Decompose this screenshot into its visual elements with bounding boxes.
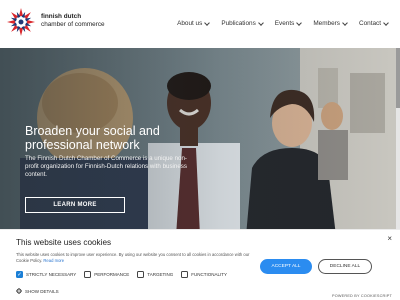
- checkbox-checked[interactable]: ✓: [16, 271, 23, 278]
- show-details-label: SHOW DETAILS: [25, 288, 59, 294]
- gear-icon: [16, 288, 22, 294]
- nav-about-us[interactable]: About us: [177, 19, 211, 27]
- nav-members[interactable]: Members: [313, 19, 348, 27]
- option-performance[interactable]: PERFORMANCE: [84, 271, 129, 278]
- option-targeting[interactable]: TARGETING: [137, 271, 173, 278]
- checkbox[interactable]: [181, 271, 189, 278]
- nav-label: Publications: [221, 20, 256, 27]
- option-label: FUNCTIONALITY: [191, 272, 227, 277]
- nav-label: Contact: [358, 20, 381, 27]
- checkbox[interactable]: [84, 271, 92, 278]
- chevron-down-icon: [342, 19, 348, 26]
- decline-all-button[interactable]: DECLINE ALL: [318, 259, 372, 274]
- nav-label: Members: [313, 20, 340, 27]
- option-functionality[interactable]: FUNCTIONALITY: [181, 271, 227, 278]
- chevron-down-icon: [383, 19, 389, 26]
- brand-name[interactable]: finnish dutch chamber of commerce: [41, 13, 105, 29]
- chevron-down-icon: [204, 19, 211, 26]
- hero-description: The Finnish Dutch Chamber of Commerce is…: [25, 155, 187, 179]
- accept-all-button[interactable]: ACCEPT ALL: [260, 259, 312, 274]
- nav-events[interactable]: Events: [274, 19, 303, 27]
- cookie-title: This website uses cookies: [16, 238, 112, 247]
- cookie-text: This website uses cookies to improve use…: [16, 252, 261, 265]
- learn-more-button[interactable]: LEARN MORE: [25, 197, 125, 213]
- nav-label: Events: [274, 20, 295, 27]
- chevron-down-icon: [296, 19, 303, 26]
- brand-line-1: finnish dutch: [41, 13, 82, 20]
- powered-by-label[interactable]: POWERED BY COOKIESCRIPT: [332, 294, 392, 298]
- cookie-options: ✓ STRICTLY NECESSARY PERFORMANCE TARGETI…: [16, 271, 227, 278]
- nav-publications[interactable]: Publications: [221, 19, 264, 27]
- option-label: TARGETING: [147, 272, 174, 277]
- read-more-link[interactable]: Read more: [43, 258, 64, 263]
- close-icon[interactable]: ×: [387, 234, 392, 243]
- nav-label: About us: [177, 20, 203, 27]
- checkbox[interactable]: [137, 271, 145, 278]
- page-scrollbar[interactable]: [396, 48, 400, 236]
- scrollbar-thumb[interactable]: [396, 48, 400, 108]
- nav-contact[interactable]: Contact: [358, 19, 389, 27]
- site-header: finnish dutch chamber of commerce About …: [0, 0, 400, 48]
- hero-section: Broaden your social and professional net…: [0, 48, 400, 236]
- brand-line-2: chamber of commerce: [41, 21, 105, 28]
- chamber-logo[interactable]: [6, 7, 36, 37]
- hero-title: Broaden your social and professional net…: [25, 124, 160, 152]
- option-label: PERFORMANCE: [94, 272, 130, 277]
- cookie-banner: This website uses cookies × This website…: [0, 229, 400, 300]
- chevron-down-icon: [257, 19, 264, 26]
- show-details-toggle[interactable]: SHOW DETAILS: [16, 288, 59, 294]
- main-nav: About us Publications Events Members Con…: [177, 19, 389, 27]
- option-strictly-necessary[interactable]: ✓ STRICTLY NECESSARY: [16, 271, 76, 278]
- option-label: STRICTLY NECESSARY: [26, 272, 77, 277]
